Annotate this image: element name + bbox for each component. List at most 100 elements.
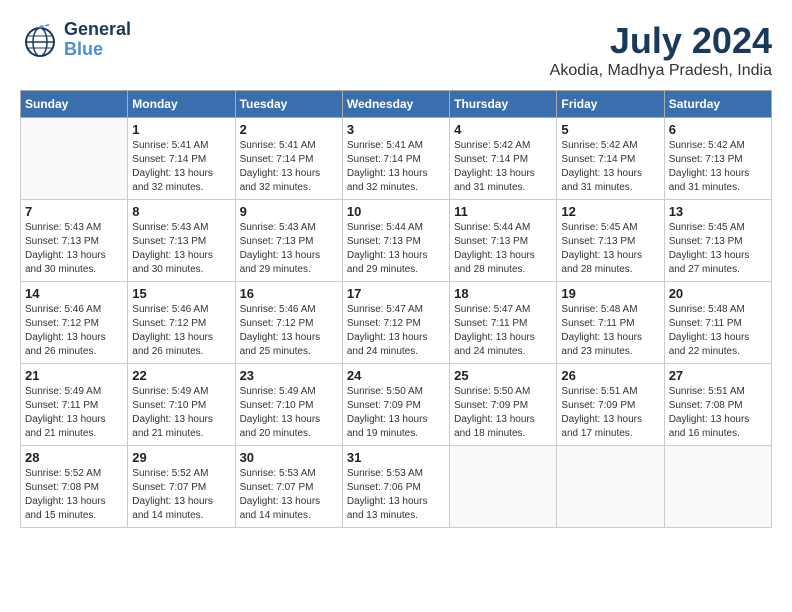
- weekday-header-tuesday: Tuesday: [235, 91, 342, 118]
- weekday-header-saturday: Saturday: [664, 91, 771, 118]
- day-info: Sunrise: 5:51 AMSunset: 7:08 PMDaylight:…: [669, 385, 767, 441]
- day-info: Sunrise: 5:47 AMSunset: 7:12 PMDaylight:…: [347, 303, 445, 359]
- day-info: Sunrise: 5:44 AMSunset: 7:13 PMDaylight:…: [454, 221, 552, 277]
- calendar-cell: 12 Sunrise: 5:45 AMSunset: 7:13 PMDayligh…: [557, 200, 664, 282]
- calendar-cell: 26 Sunrise: 5:51 AMSunset: 7:09 PMDayligh…: [557, 364, 664, 446]
- day-number: 23: [240, 368, 338, 383]
- logo-general: General: [64, 20, 131, 40]
- day-info: Sunrise: 5:53 AMSunset: 7:07 PMDaylight:…: [240, 467, 338, 523]
- day-info: Sunrise: 5:41 AMSunset: 7:14 PMDaylight:…: [240, 139, 338, 195]
- week-row-2: 7 Sunrise: 5:43 AMSunset: 7:13 PMDaylight…: [21, 200, 772, 282]
- calendar-cell: 4 Sunrise: 5:42 AMSunset: 7:14 PMDaylight…: [450, 118, 557, 200]
- calendar-cell: [664, 446, 771, 528]
- calendar-cell: 6 Sunrise: 5:42 AMSunset: 7:13 PMDaylight…: [664, 118, 771, 200]
- day-info: Sunrise: 5:41 AMSunset: 7:14 PMDaylight:…: [347, 139, 445, 195]
- day-info: Sunrise: 5:49 AMSunset: 7:10 PMDaylight:…: [240, 385, 338, 441]
- week-row-3: 14 Sunrise: 5:46 AMSunset: 7:12 PMDayligh…: [21, 282, 772, 364]
- day-number: 7: [25, 204, 123, 219]
- calendar-cell: 19 Sunrise: 5:48 AMSunset: 7:11 PMDayligh…: [557, 282, 664, 364]
- day-info: Sunrise: 5:48 AMSunset: 7:11 PMDaylight:…: [669, 303, 767, 359]
- day-number: 17: [347, 286, 445, 301]
- calendar-cell: 30 Sunrise: 5:53 AMSunset: 7:07 PMDayligh…: [235, 446, 342, 528]
- week-row-1: 1 Sunrise: 5:41 AMSunset: 7:14 PMDaylight…: [21, 118, 772, 200]
- day-info: Sunrise: 5:43 AMSunset: 7:13 PMDaylight:…: [240, 221, 338, 277]
- day-number: 31: [347, 450, 445, 465]
- day-info: Sunrise: 5:43 AMSunset: 7:13 PMDaylight:…: [132, 221, 230, 277]
- calendar-cell: 13Sunrise: 5:45 AMSunset: 7:13 PMDayligh…: [664, 200, 771, 282]
- day-number: 9: [240, 204, 338, 219]
- header: General Blue July 2024 Akodia, Madhya Pr…: [20, 20, 772, 80]
- calendar-cell: 10Sunrise: 5:44 AMSunset: 7:13 PMDayligh…: [342, 200, 449, 282]
- day-number: 1: [132, 122, 230, 137]
- subtitle: Akodia, Madhya Pradesh, India: [550, 62, 772, 80]
- calendar-cell: 18 Sunrise: 5:47 AMSunset: 7:11 PMDayligh…: [450, 282, 557, 364]
- day-number: 21: [25, 368, 123, 383]
- day-number: 19: [561, 286, 659, 301]
- day-info: Sunrise: 5:46 AMSunset: 7:12 PMDaylight:…: [25, 303, 123, 359]
- calendar-cell: 5Sunrise: 5:42 AMSunset: 7:14 PMDaylight…: [557, 118, 664, 200]
- main-title: July 2024: [550, 20, 772, 62]
- calendar-cell: [21, 118, 128, 200]
- calendar: SundayMondayTuesdayWednesdayThursdayFrid…: [20, 90, 772, 528]
- day-number: 28: [25, 450, 123, 465]
- day-number: 26: [561, 368, 659, 383]
- day-number: 14: [25, 286, 123, 301]
- day-number: 15: [132, 286, 230, 301]
- calendar-cell: 3 Sunrise: 5:41 AMSunset: 7:14 PMDaylight…: [342, 118, 449, 200]
- day-info: Sunrise: 5:48 AMSunset: 7:11 PMDaylight:…: [561, 303, 659, 359]
- calendar-cell: 23 Sunrise: 5:49 AMSunset: 7:10 PMDayligh…: [235, 364, 342, 446]
- calendar-cell: 7 Sunrise: 5:43 AMSunset: 7:13 PMDaylight…: [21, 200, 128, 282]
- day-number: 12: [561, 204, 659, 219]
- title-area: July 2024 Akodia, Madhya Pradesh, India: [550, 20, 772, 80]
- calendar-cell: 11 Sunrise: 5:44 AMSunset: 7:13 PMDayligh…: [450, 200, 557, 282]
- calendar-cell: 25Sunrise: 5:50 AMSunset: 7:09 PMDayligh…: [450, 364, 557, 446]
- day-number: 18: [454, 286, 552, 301]
- day-number: 6: [669, 122, 767, 137]
- calendar-cell: 8 Sunrise: 5:43 AMSunset: 7:13 PMDaylight…: [128, 200, 235, 282]
- day-number: 13: [669, 204, 767, 219]
- day-number: 27: [669, 368, 767, 383]
- day-number: 2: [240, 122, 338, 137]
- day-info: Sunrise: 5:50 AMSunset: 7:09 PMDaylight:…: [454, 385, 552, 441]
- weekday-header-wednesday: Wednesday: [342, 91, 449, 118]
- weekday-header-sunday: Sunday: [21, 91, 128, 118]
- day-number: 24: [347, 368, 445, 383]
- day-number: 29: [132, 450, 230, 465]
- day-info: Sunrise: 5:46 AMSunset: 7:12 PMDaylight:…: [132, 303, 230, 359]
- weekday-header-friday: Friday: [557, 91, 664, 118]
- weekday-header-monday: Monday: [128, 91, 235, 118]
- weekday-header-row: SundayMondayTuesdayWednesdayThursdayFrid…: [21, 91, 772, 118]
- calendar-cell: 24 Sunrise: 5:50 AMSunset: 7:09 PMDayligh…: [342, 364, 449, 446]
- day-info: Sunrise: 5:52 AMSunset: 7:08 PMDaylight:…: [25, 467, 123, 523]
- calendar-cell: 14 Sunrise: 5:46 AMSunset: 7:12 PMDayligh…: [21, 282, 128, 364]
- day-info: Sunrise: 5:50 AMSunset: 7:09 PMDaylight:…: [347, 385, 445, 441]
- day-number: 3: [347, 122, 445, 137]
- day-info: Sunrise: 5:44 AMSunset: 7:13 PMDaylight:…: [347, 221, 445, 277]
- calendar-cell: 20 Sunrise: 5:48 AMSunset: 7:11 PMDayligh…: [664, 282, 771, 364]
- day-info: Sunrise: 5:51 AMSunset: 7:09 PMDaylight:…: [561, 385, 659, 441]
- calendar-cell: [557, 446, 664, 528]
- weekday-header-thursday: Thursday: [450, 91, 557, 118]
- calendar-cell: 22Sunrise: 5:49 AMSunset: 7:10 PMDayligh…: [128, 364, 235, 446]
- day-info: Sunrise: 5:42 AMSunset: 7:14 PMDaylight:…: [454, 139, 552, 195]
- day-info: Sunrise: 5:45 AMSunset: 7:13 PMDaylight:…: [561, 221, 659, 277]
- day-info: Sunrise: 5:53 AMSunset: 7:06 PMDaylight:…: [347, 467, 445, 523]
- day-info: Sunrise: 5:42 AMSunset: 7:13 PMDaylight:…: [669, 139, 767, 195]
- calendar-cell: 27 Sunrise: 5:51 AMSunset: 7:08 PMDayligh…: [664, 364, 771, 446]
- day-number: 16: [240, 286, 338, 301]
- calendar-cell: 31 Sunrise: 5:53 AMSunset: 7:06 PMDayligh…: [342, 446, 449, 528]
- calendar-cell: 16Sunrise: 5:46 AMSunset: 7:12 PMDayligh…: [235, 282, 342, 364]
- day-number: 11: [454, 204, 552, 219]
- calendar-cell: 17 Sunrise: 5:47 AMSunset: 7:12 PMDayligh…: [342, 282, 449, 364]
- day-number: 8: [132, 204, 230, 219]
- calendar-cell: 28 Sunrise: 5:52 AMSunset: 7:08 PMDayligh…: [21, 446, 128, 528]
- day-info: Sunrise: 5:42 AMSunset: 7:14 PMDaylight:…: [561, 139, 659, 195]
- calendar-cell: 29 Sunrise: 5:52 AMSunset: 7:07 PMDayligh…: [128, 446, 235, 528]
- day-number: 4: [454, 122, 552, 137]
- day-info: Sunrise: 5:43 AMSunset: 7:13 PMDaylight:…: [25, 221, 123, 277]
- day-number: 20: [669, 286, 767, 301]
- day-number: 30: [240, 450, 338, 465]
- day-info: Sunrise: 5:52 AMSunset: 7:07 PMDaylight:…: [132, 467, 230, 523]
- day-info: Sunrise: 5:49 AMSunset: 7:10 PMDaylight:…: [132, 385, 230, 441]
- day-info: Sunrise: 5:47 AMSunset: 7:11 PMDaylight:…: [454, 303, 552, 359]
